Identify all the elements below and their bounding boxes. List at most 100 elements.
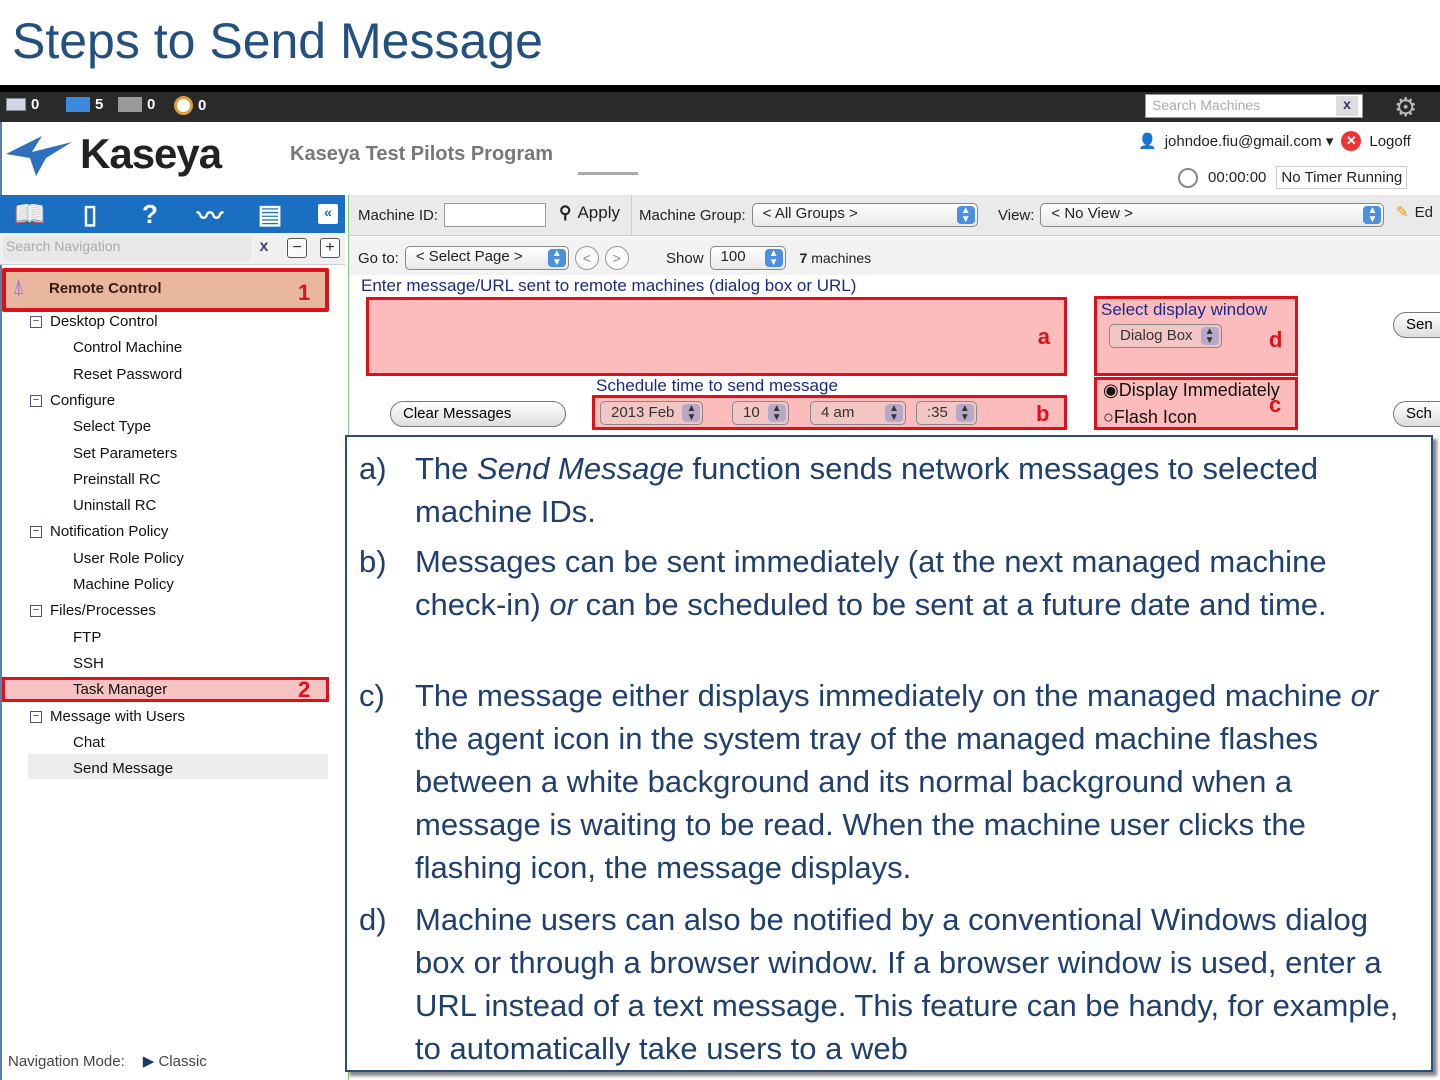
timer-clock-icon[interactable] (1178, 167, 1198, 188)
clipboard-icon[interactable]: ▤ (240, 199, 300, 230)
chart-icon[interactable]: 〰 (180, 196, 240, 233)
nav-item[interactable]: − Desktop Control (30, 313, 158, 330)
chevron-updown-icon: ▲ ▼ (764, 249, 783, 268)
search-navigation-input[interactable]: Search Navigation (3, 236, 251, 261)
machine-group-select[interactable]: < All Groups > ▲ ▼ (751, 203, 978, 227)
apply-button[interactable]: ⚲ Apply (559, 203, 620, 223)
collapse-node-icon[interactable]: − (30, 526, 42, 539)
prev-page-button[interactable]: < (574, 246, 599, 270)
divider (578, 172, 638, 175)
sidebar (0, 265, 345, 1080)
nav-item[interactable]: Reset Password (73, 366, 182, 383)
hour-select[interactable]: 4 am ▲ ▼ (810, 401, 906, 425)
paging-toolbar: Go to: < Select Page > ▲ ▼ < > Show 100 ▲ ▼ 7 m… (349, 237, 1440, 275)
collapse-node-icon[interactable]: − (30, 710, 42, 723)
book-icon[interactable]: 📖 (0, 199, 60, 230)
radio-checked-icon: ◉ (1103, 380, 1119, 400)
collapse-node-icon[interactable]: − (30, 605, 42, 618)
nav-item[interactable]: − Notification Policy (30, 523, 168, 540)
messages-indicator[interactable]: 0 (6, 96, 39, 113)
nav-item[interactable]: SSH (73, 655, 104, 672)
monitor-online-icon (66, 97, 90, 112)
chevron-updown-icon: ▲ ▼ (1363, 206, 1382, 225)
pencil-icon: ✎ (1396, 204, 1409, 221)
display-window-group: Select display window Dialog Box ▲ ▼ d (1094, 296, 1298, 376)
timer-status[interactable]: No Timer Running (1276, 166, 1408, 189)
kaseya-logo: Kaseya (2, 130, 222, 178)
nav-item[interactable]: Preinstall RC (73, 471, 161, 488)
add-book-icon[interactable]: ▯ (60, 199, 120, 230)
callout-item: a) The Send Message function sends networ… (359, 451, 1318, 529)
message-label: Enter message/URL sent to remote machine… (361, 276, 857, 295)
chevron-updown-icon: ▲ ▼ (767, 404, 786, 423)
nav-item[interactable]: FTP (73, 629, 101, 646)
goto-page-select[interactable]: < Select Page > ▲ ▼ (404, 246, 569, 270)
gear-icon[interactable]: ⚙ (1394, 92, 1417, 123)
nav-item[interactable]: Chat (73, 734, 105, 751)
user-icon: 👤 (1138, 133, 1157, 150)
collapse-all-button[interactable]: − (287, 238, 307, 258)
nav-item[interactable]: − Configure (30, 392, 115, 409)
navigation-mode-toggle[interactable]: ▶ Classic (143, 1052, 207, 1070)
alarm-clock-icon (174, 96, 193, 115)
callout-box: a) The Send Message function sends networ… (345, 435, 1433, 1072)
program-name: Kaseya Test Pilots Program (290, 143, 554, 165)
minute-select[interactable]: :35 ▲ ▼ (916, 401, 977, 425)
message-textarea[interactable]: a (366, 297, 1067, 376)
nav-item[interactable]: Set Parameters (73, 445, 177, 462)
next-page-button[interactable]: > (604, 246, 629, 270)
help-icon[interactable]: ? (120, 199, 180, 230)
nav-item[interactable]: Select Type (73, 418, 151, 435)
callout-item: d) Machine users can also be notified by … (359, 902, 1399, 1066)
kaseya-logo-icon (6, 136, 72, 176)
clear-nav-search-button[interactable]: x (254, 238, 274, 258)
mail-icon (6, 98, 26, 111)
page-size-select[interactable]: 100 ▲ ▼ (709, 246, 786, 270)
collapse-node-icon[interactable]: − (30, 394, 42, 407)
chevron-updown-icon: ▲ ▼ (682, 404, 701, 423)
chevron-updown-icon: ▲ ▼ (547, 249, 566, 268)
nav-item[interactable]: Control Machine (73, 339, 182, 356)
offline-machines-indicator[interactable]: 0 (118, 96, 155, 113)
search-machines-input[interactable]: Search Machines x (1145, 94, 1363, 118)
chevron-updown-icon: ▲ ▼ (885, 404, 903, 423)
expand-all-button[interactable]: + (320, 238, 340, 258)
nav-item[interactable]: Uninstall RC (73, 497, 156, 514)
slide-title: Steps to Send Message (12, 13, 543, 69)
radio-flash-icon[interactable]: ○Flash Icon (1103, 407, 1197, 428)
edit-view-button[interactable]: ✎ Ed (1396, 203, 1433, 222)
schedule-button[interactable]: Sch (1393, 401, 1440, 427)
nav-item[interactable]: Machine Policy (73, 576, 174, 593)
nav-item[interactable]: − Message with Users (30, 708, 185, 725)
nav-item[interactable]: User Role Policy (73, 550, 184, 567)
collapse-panel-button[interactable]: « (318, 204, 338, 224)
clear-messages-button[interactable]: Clear Messages (390, 401, 566, 427)
callout-item: b) Messages can be sent immediately (at t… (359, 544, 1327, 622)
online-machines-indicator[interactable]: 5 (66, 96, 103, 113)
radio-unchecked-icon: ○ (1103, 407, 1114, 427)
schedule-group: 2013 Feb ▲ ▼ 10 ▲ ▼ 4 am ▲ ▼ :35 ▲ ▼ b (592, 395, 1067, 430)
nav-item[interactable]: Task Manager (73, 681, 167, 698)
clear-search-button[interactable]: x (1336, 96, 1358, 116)
filter-toolbar: Machine ID: ⚲ Apply Machine Group: < All G… (349, 195, 1440, 236)
user-menu[interactable]: johndoe.fiu@gmail.com ▾ (1165, 132, 1334, 150)
logoff-link[interactable]: Logoff (1369, 133, 1410, 150)
year-month-select[interactable]: 2013 Feb ▲ ▼ (600, 401, 704, 425)
callout-marker-a: a (1037, 324, 1050, 349)
alarms-indicator[interactable]: 0 (174, 96, 206, 115)
nav-search-bar: Search Navigation x − + (0, 233, 345, 265)
send-button[interactable]: Sen (1393, 312, 1440, 338)
display-mode-group: ◉Display Immediately ○Flash Icon c (1094, 377, 1298, 430)
day-select[interactable]: 10 ▲ ▼ (732, 401, 789, 425)
nav-item[interactable]: Send Message (73, 760, 173, 777)
nav-item[interactable]: − Files/Processes (30, 602, 156, 619)
schedule-label: Schedule time to send message (596, 376, 838, 395)
display-window-select[interactable]: Dialog Box ▲ ▼ (1109, 324, 1222, 348)
radio-display-immediately[interactable]: ◉Display Immediately (1103, 380, 1280, 401)
nav-module-remote-control[interactable]: ⍋ Remote Control 1 (2, 268, 329, 312)
machine-id-input[interactable] (444, 203, 547, 227)
view-select[interactable]: < No View > ▲ ▼ (1040, 203, 1385, 227)
callout-item: c) The message either displays immediatel… (359, 678, 1379, 885)
callout-marker-c: c (1269, 392, 1282, 417)
collapse-node-icon[interactable]: − (30, 316, 42, 329)
